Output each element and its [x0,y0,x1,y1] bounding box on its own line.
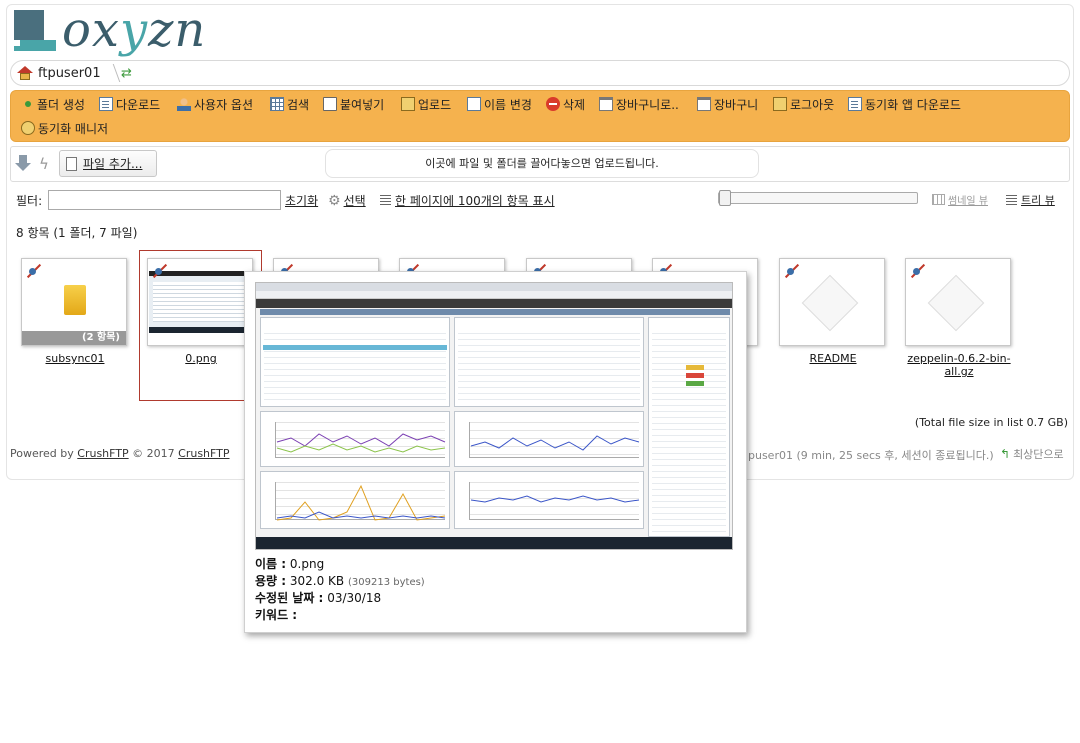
reset-link[interactable]: 초기화 [285,192,318,209]
down-arrow-icon[interactable] [15,155,31,173]
share-icon [784,263,800,279]
preview-line-chart-1 [276,433,446,453]
items-per-page-link[interactable]: 한 페이지에 100개의 항목 표시 [380,192,555,209]
file-icon [927,274,985,332]
filter-label: 필터: [16,194,43,208]
item-thumbnail[interactable]: (2 항목) [21,258,127,346]
crushftp-link-2[interactable]: CrushFTP [178,447,229,460]
list-icon [380,195,391,206]
sync-manager-button[interactable]: 동기화 매니저 [21,119,108,137]
add-to-basket-button[interactable]: 장바구니로.. [599,95,679,113]
scroll-top-link[interactable]: ↰ 최상단으로 [1000,446,1064,462]
item-name[interactable]: 0.png [147,352,255,365]
preview-modified: 수정된 날짜 : 03/30/18 [255,591,382,605]
delete-icon [546,97,560,111]
file-item-zeppelin[interactable]: zeppelin-0.6.2-bin-all.gz [905,258,1013,378]
crushftp-link[interactable]: CrushFTP [77,447,128,460]
breadcrumb-separator [103,64,121,82]
sync-app-download-button[interactable]: 동기화 앱 다운로드 [848,95,961,113]
sync-app-icon [848,97,862,111]
basket-button[interactable]: 장바구니 [697,95,758,113]
create-folder-button[interactable]: 폴더 생성 [21,95,85,113]
user-options-button[interactable]: 사용자 옵션 [177,95,253,113]
share-icon [26,263,42,279]
logout-button[interactable]: 로그아웃 [773,95,834,113]
rename-button[interactable]: 이름 변경 [467,95,532,113]
basket-add-icon [599,97,613,111]
paste-icon [323,97,337,111]
refresh-icon[interactable]: ⇄ [121,66,132,81]
search-icon [270,97,284,111]
preview-image [255,282,733,550]
bolt-icon[interactable]: ϟ [39,155,49,173]
item-thumbnail[interactable] [905,258,1011,346]
item-thumbnail[interactable] [147,258,253,346]
item-name[interactable]: subsync01 [21,352,129,365]
file-preview-tooltip: 이름 : 0.png 용량 : 302.0 KB (309213 bytes) … [244,271,747,633]
file-item-png[interactable]: 0.png [147,258,255,365]
tree-view-icon [1006,194,1017,206]
preview-line-chart-4 [470,495,640,503]
sync-manager-icon [21,121,35,135]
file-item-folder[interactable]: (2 항목) subsync01 [21,258,129,365]
search-button[interactable]: 검색 [270,95,309,113]
share-icon [152,263,168,279]
item-name[interactable]: README [779,352,887,365]
preview-keywords: 키워드 : [255,608,298,622]
download-icon [99,97,113,111]
thumbnail-view-icon [932,194,945,205]
gear-icon: ⚙ [328,192,341,209]
file-icon [66,156,77,171]
create-folder-icon [25,101,31,107]
rename-icon [467,97,481,111]
folder-icon [64,285,86,315]
upload-button[interactable]: 업로드 [401,95,451,113]
item-count: 8 항목 (1 폴더, 7 파일) [16,226,138,240]
user-icon [177,97,191,111]
logout-icon [773,97,787,111]
home-icon[interactable] [17,66,33,80]
preview-size: 용량 : 302.0 KB (309213 bytes) [255,574,425,588]
share-icon [910,263,926,279]
filter-input[interactable] [48,190,281,210]
item-thumbnail[interactable] [779,258,885,346]
paste-button[interactable]: 붙여넣기 [323,95,384,113]
file-icon [801,274,859,332]
basket-icon [697,97,711,111]
thumbnail-view-toggle[interactable]: 썸네일 뷰 [932,192,988,207]
download-button[interactable]: 다운로드 [99,95,160,113]
upload-bar: ϟ 파일 추가... 이곳에 파일 및 폴더를 끌어다놓으면 업로드됩니다. [10,146,1070,182]
tree-view-toggle[interactable]: 트리 뷰 [1006,192,1055,208]
logo-mark-icon [14,10,56,52]
toolbar: 폴더 생성 다운로드 사용자 옵션 검색 붙여넣기 업로드 이름 변경 삭제 장… [10,90,1070,142]
thumbnail-size-slider[interactable] [718,190,918,206]
breadcrumb-user[interactable]: ftpuser01 [38,66,101,81]
item-name[interactable]: zeppelin-0.6.2-bin-all.gz [905,352,1013,378]
slider-handle[interactable] [719,190,731,206]
upload-icon [401,97,415,111]
total-file-size: (Total file size in list 0.7 GB) [914,416,1068,429]
footer: Powered by CrushFTP © 2017 CrushFTP [10,447,230,460]
arrow-up-icon: ↰ [1000,447,1011,461]
session-timeout-text: puser01 (9 min, 25 secs 후, 세션이 종료됩니다.) [748,449,994,462]
breadcrumb: ftpuser01 ⇄ [10,60,1070,86]
file-item-readme[interactable]: README [779,258,887,365]
logo-text: oxyzn [62,2,207,58]
image-thumbnail [149,271,251,333]
folder-item-count: (2 항목) [22,331,126,345]
preview-line-chart-2 [470,435,640,451]
delete-button[interactable]: 삭제 [546,95,585,113]
drop-zone[interactable]: 이곳에 파일 및 폴더를 끌어다놓으면 업로드됩니다. [325,149,759,178]
add-file-button[interactable]: 파일 추가... [59,150,157,177]
preview-line-chart-3 [276,484,446,521]
preview-name: 이름 : 0.png [255,557,325,571]
select-link[interactable]: ⚙ 선택 [328,192,366,209]
